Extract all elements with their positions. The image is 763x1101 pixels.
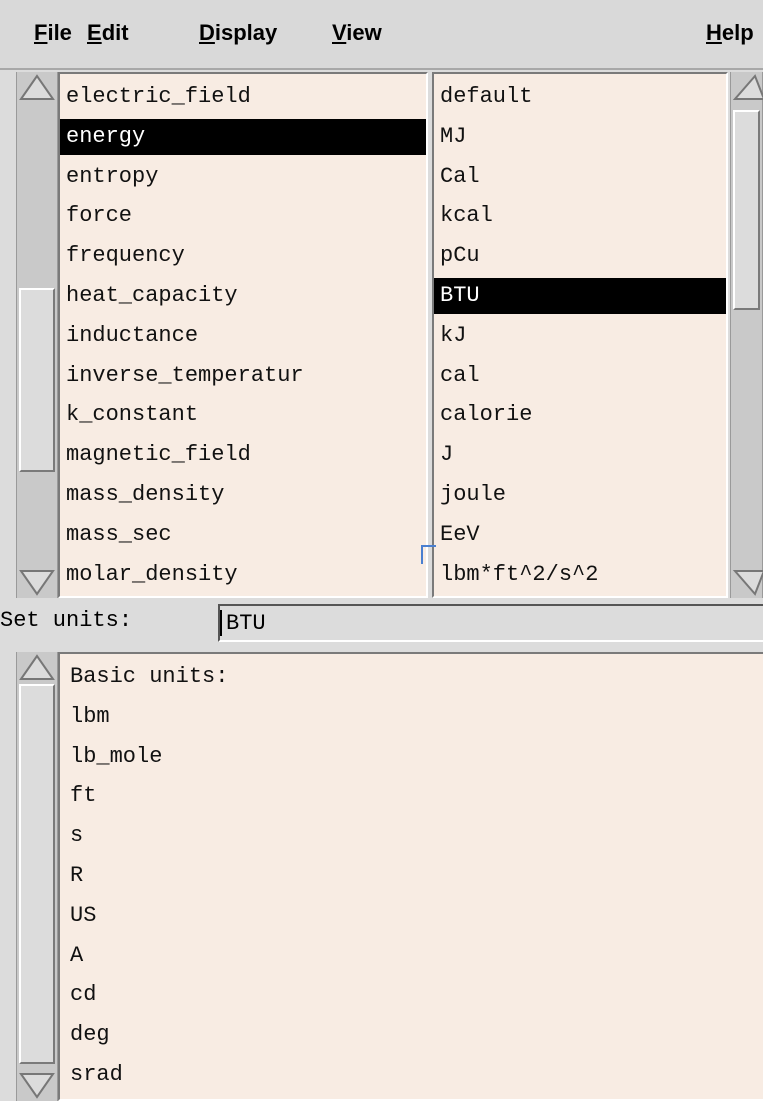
quantity-list-item[interactable]: mass_sec [60,517,426,553]
menu-display[interactable]: Display [199,20,277,46]
quantity-list-item[interactable]: magnetic_field [60,437,426,473]
basic-unit-line: cd [70,982,97,1008]
basic-unit-line: ft [70,783,97,809]
quantity-list-item[interactable]: frequency [60,238,426,274]
unit-list-item[interactable]: BTU [434,278,726,314]
unit-list-item[interactable]: MJ [434,119,726,155]
quantity-list-item[interactable]: energy [60,118,426,155]
unit-list-item[interactable]: J [434,437,726,473]
unit-list-item[interactable]: calorie [434,397,726,433]
unit-list-item[interactable]: cal [434,358,726,394]
basic-unit-line: lbm [70,703,110,729]
basic-unit-line: A [70,942,84,968]
basic-unit-line: lb_mole [70,743,163,769]
unit-list-item[interactable]: joule [434,477,726,513]
unit-list[interactable]: default MJ Cal kcal pCu BTU kJ cal calorie Jjoule… [432,72,728,598]
menu-view[interactable]: View [332,20,382,46]
unit-scroll-thumb[interactable] [733,110,760,310]
basic-unit-line: R [70,863,84,888]
quantity-scrollbar[interactable] [16,72,58,598]
unit-list-item[interactable]: pCu [434,238,726,274]
menu-file[interactable]: File [34,20,72,46]
quantity-list-item[interactable]: mass_density [60,477,426,513]
scroll-down-arrow-icon[interactable] [731,568,763,598]
basic-unit-line: s [70,823,84,849]
quantity-list[interactable]: electric_field energy entropy force frequenc… [58,72,428,598]
basic-unit-line: Basic units: [70,664,229,689]
unit-list-item[interactable]: kJ [434,318,726,354]
quantity-list-item[interactable]: heat_capacity [60,278,426,314]
unit-list-item[interactable]: kcal [434,198,726,234]
menu-edit[interactable]: Edit [87,20,129,46]
resize-corner-icon [421,545,436,564]
unit-list-item[interactable]: lbm*ft^2/s^2 [434,557,726,593]
scroll-down-arrow-icon[interactable] [17,1071,57,1101]
quantity-list-item[interactable]: entropy [60,159,426,195]
basic-unit-line: US [70,902,97,928]
quantity-list-item[interactable]: inductance [60,318,426,354]
quantity-scroll-thumb[interactable] [19,288,55,472]
set-units-label: Set units: [0,608,133,633]
scroll-up-arrow-icon[interactable] [731,72,763,102]
quantity-list-item[interactable]: electric_field [60,79,426,115]
basic-units-text[interactable]: Basic units: lbm lb_moleft s R US Acd deg srad [58,652,763,1101]
set-units-input[interactable] [218,604,763,642]
set-units-bar: Set units: [0,600,763,646]
quantity-list-item[interactable]: force [60,198,426,234]
unit-scrollbar[interactable] [730,72,763,598]
basic-units-scrollbar[interactable] [16,652,58,1101]
unit-list-item[interactable]: default [434,79,726,115]
basic-units-scroll-thumb[interactable] [19,684,55,1064]
unit-list-item[interactable]: Cal [434,159,726,195]
scroll-down-arrow-icon[interactable] [17,568,57,598]
scroll-up-arrow-icon[interactable] [17,72,57,102]
quantity-list-item[interactable]: inverse_temperatur [60,358,426,394]
menu-help[interactable]: Help [706,20,754,46]
quantity-list-item[interactable]: k_constant [60,397,426,433]
basic-unit-line: srad [70,1062,123,1087]
basic-unit-line: deg [70,1022,110,1048]
scroll-up-arrow-icon[interactable] [17,652,57,682]
text-caret [220,610,222,636]
unit-list-item[interactable]: EeV [434,517,726,553]
quantity-list-item[interactable]: molar_density [60,557,426,593]
menu-bar: File Edit Display View Help [0,0,763,70]
